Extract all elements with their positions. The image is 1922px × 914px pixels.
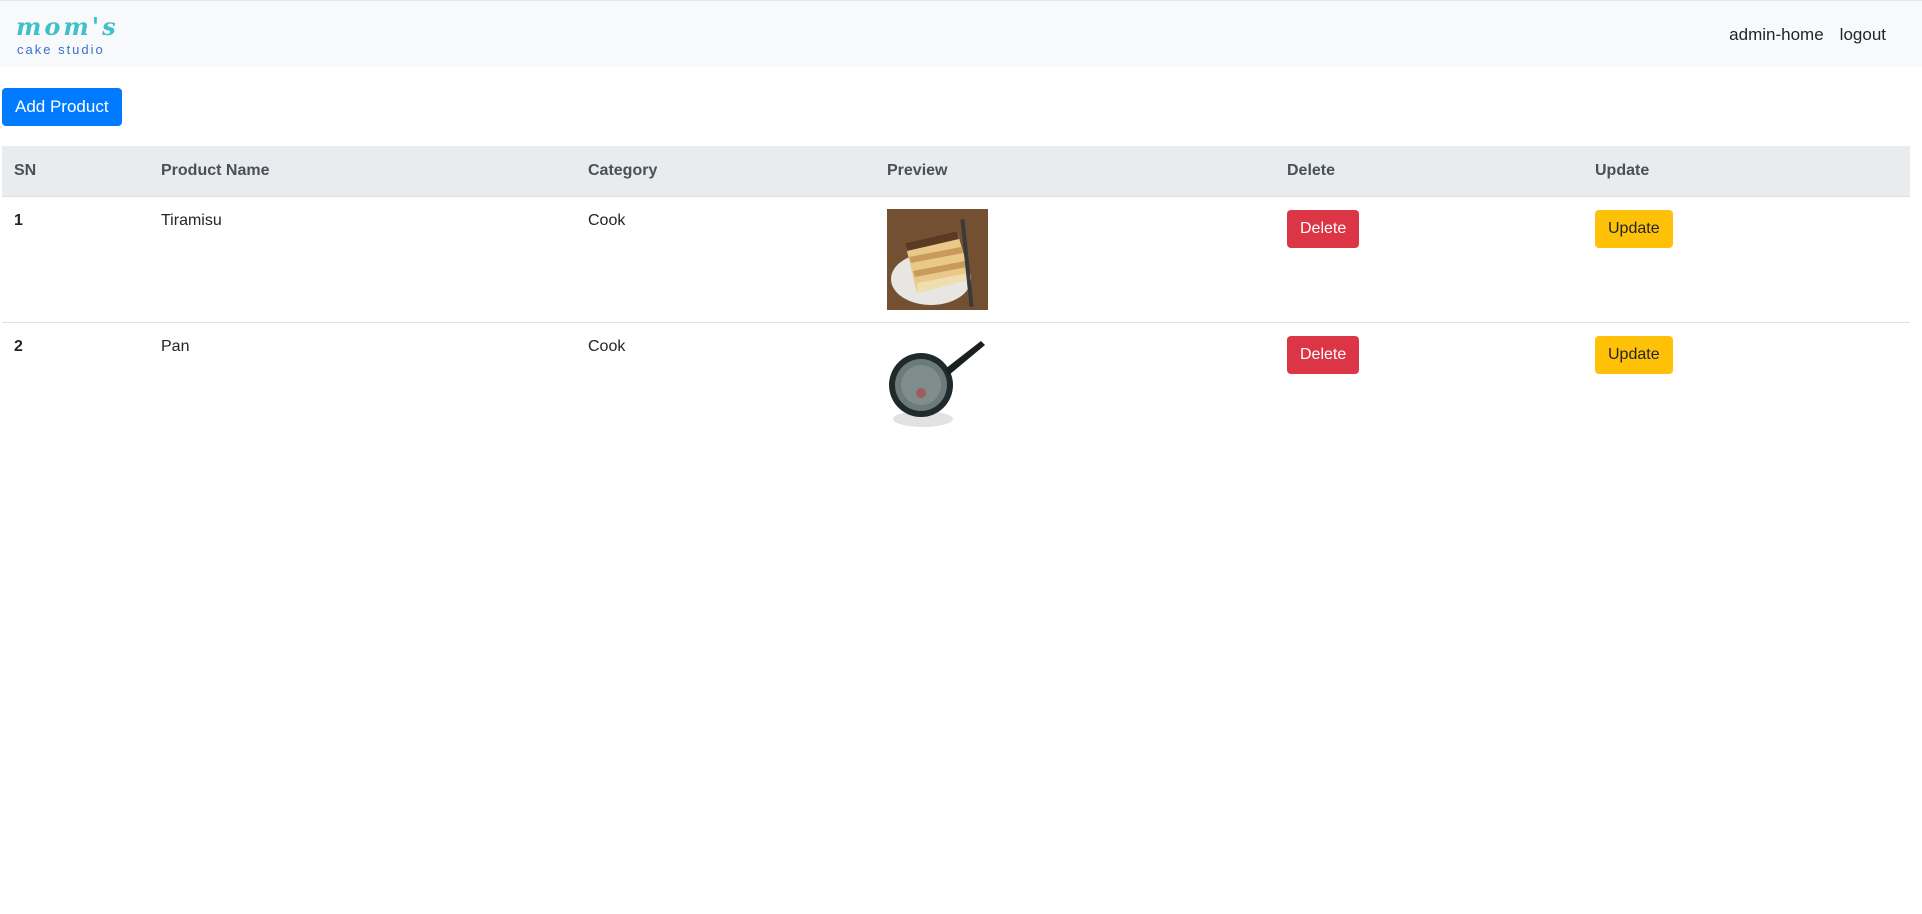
cell-sn: 1: [2, 195, 149, 322]
nav-logout-link[interactable]: logout: [1840, 23, 1886, 47]
brand-logo[interactable]: mom's cake studio: [16, 13, 116, 59]
cell-preview: [875, 321, 1275, 448]
header-update: Update: [1583, 146, 1910, 197]
cell-preview: [875, 195, 1275, 322]
header-preview: Preview: [875, 146, 1275, 197]
delete-button[interactable]: Delete: [1287, 209, 1360, 248]
header-sn: SN: [2, 146, 149, 197]
cell-product-name: Tiramisu: [149, 195, 576, 322]
cell-category: Cook: [576, 321, 875, 448]
delete-button[interactable]: Delete: [1287, 335, 1360, 374]
tiramisu-image: [887, 208, 988, 310]
cell-category: Cook: [576, 195, 875, 322]
cell-update: Update: [1583, 321, 1910, 448]
header-delete: Delete: [1275, 146, 1583, 197]
table-row: 1 Tiramisu Cook Delete Update: [2, 195, 1910, 322]
nav-links: admin-home logout: [1729, 23, 1886, 47]
cell-delete: Delete: [1275, 321, 1583, 448]
cell-product-name: Pan: [149, 321, 576, 448]
top-navbar: mom's cake studio admin-home logout: [0, 0, 1922, 67]
table-header: SN Product Name Category Preview Delete …: [2, 146, 1910, 197]
update-button[interactable]: Update: [1595, 335, 1673, 374]
products-table: SN Product Name Category Preview Delete …: [2, 146, 1910, 448]
cell-delete: Delete: [1275, 195, 1583, 322]
pan-image: [887, 334, 988, 436]
header-product-name: Product Name: [149, 146, 576, 197]
table-body: 1 Tiramisu Cook Delete Update 2 Pan Cook…: [2, 195, 1910, 448]
logo-tagline: cake studio: [17, 42, 105, 57]
nav-admin-home-link[interactable]: admin-home: [1729, 23, 1824, 47]
cell-sn: 2: [2, 321, 149, 448]
add-product-button[interactable]: Add Product: [2, 88, 122, 126]
header-category: Category: [576, 146, 875, 197]
cell-update: Update: [1583, 195, 1910, 322]
logo-wordmark: mom's: [16, 12, 119, 41]
header-row: SN Product Name Category Preview Delete …: [2, 146, 1910, 197]
update-button[interactable]: Update: [1595, 209, 1673, 248]
table-row: 2 Pan Cook Delete Update: [2, 321, 1910, 448]
